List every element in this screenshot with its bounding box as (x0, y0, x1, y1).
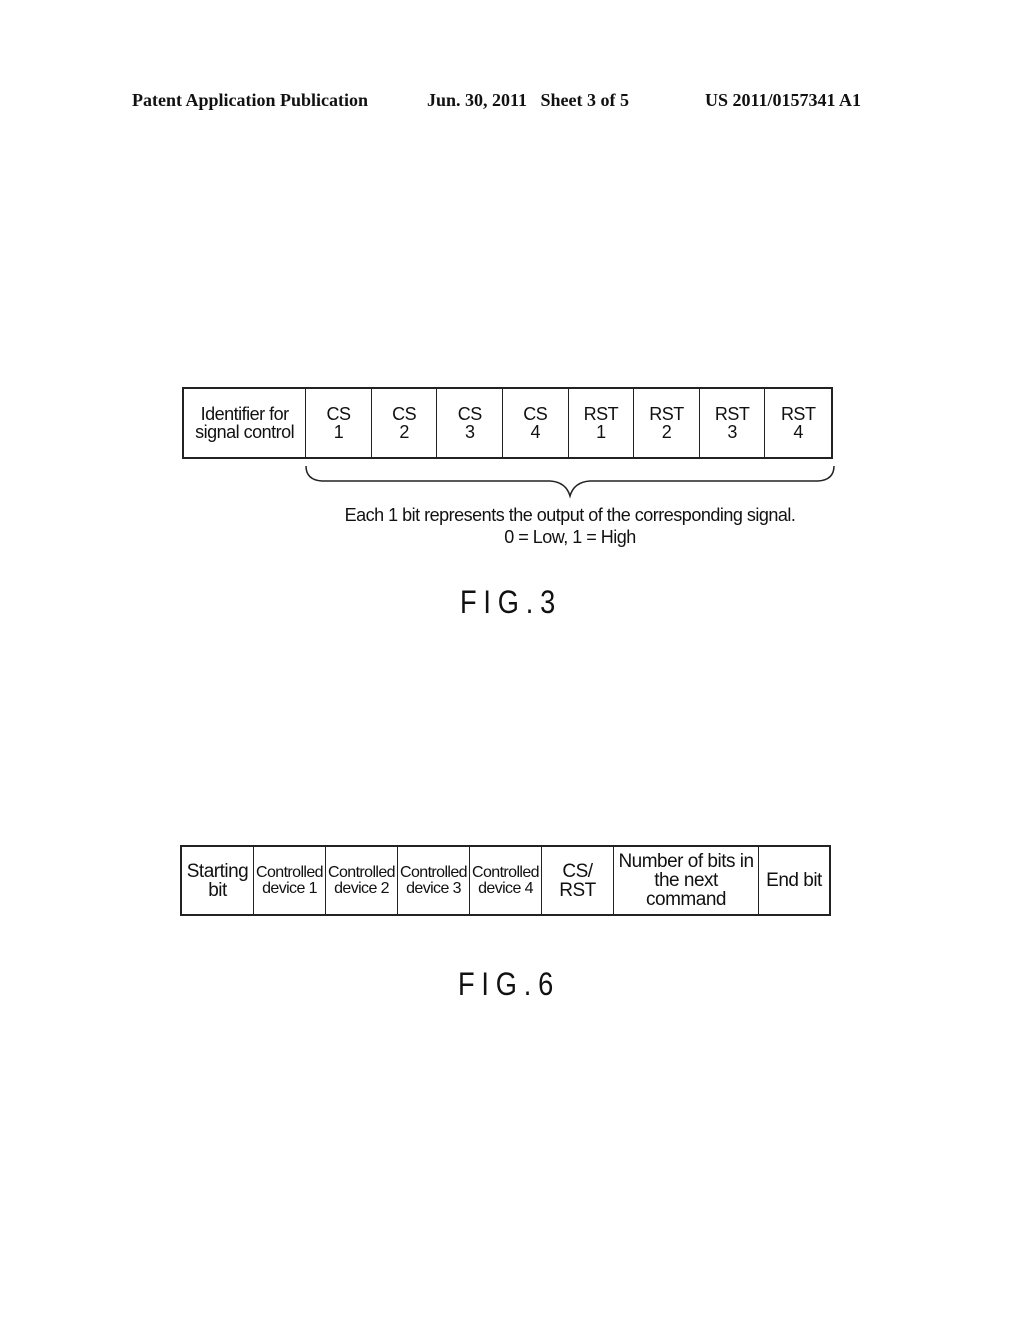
field-line2: 2 (399, 422, 409, 442)
field-rst4: RST 4 (765, 389, 831, 457)
field-line2: RST (559, 879, 596, 901)
field-line1: RST (780, 404, 816, 424)
field-starting-bit: Starting bit (182, 847, 254, 914)
field-controlled-device-4: Controlled device 4 (470, 847, 542, 914)
annotation-line2: 0 = Low, 1 = High (504, 527, 636, 547)
field-line1: End bit (766, 870, 822, 891)
fig3-annotation: Each 1 bit represents the output of the … (300, 504, 840, 548)
field-line1: RST (714, 404, 750, 424)
field-line1: Number of bits in (618, 851, 754, 872)
date-sheet: Jun. 30, 2011 Sheet 3 of 5 (427, 90, 630, 110)
field-line1: Controlled (400, 863, 468, 881)
field-controlled-device-2: Controlled device 2 (326, 847, 398, 914)
field-rst2: RST 2 (634, 389, 700, 457)
field-cs4: CS 4 (503, 389, 569, 457)
field-line2: the next command (646, 870, 726, 910)
field-line1: Controlled (472, 863, 540, 881)
figure-label-3: FIG.3 (460, 584, 563, 620)
field-line1: Identifier for (200, 404, 290, 424)
field-identifier: Identifier for signal control (184, 389, 307, 457)
field-line1: Starting (186, 860, 249, 882)
field-line1: CS/ (562, 860, 593, 882)
field-line1: RST (649, 404, 684, 424)
publication-title: Patent Application Publication (132, 90, 369, 110)
page-header: Patent Application Publication Jun. 30, … (0, 90, 1024, 114)
field-line1: Controlled (328, 863, 396, 881)
field-line1: CS (326, 404, 352, 424)
patent-number: US 2011/0157341 A1 (705, 90, 862, 110)
figure-label-6: FIG.6 (458, 966, 561, 1002)
field-line2: 3 (727, 422, 737, 442)
field-rst1: RST 1 (569, 389, 635, 457)
field-line1: CS (523, 404, 548, 424)
field-line2: 4 (530, 422, 541, 442)
annotation-line1: Each 1 bit represents the output of the … (344, 505, 796, 525)
field-cs1: CS 1 (306, 389, 372, 457)
field-line2: 2 (661, 422, 672, 442)
field-line2: 3 (464, 422, 475, 442)
field-line2: device 3 (406, 879, 461, 897)
fig6-command-format: Starting bit Controlled device 1 Control… (180, 845, 831, 916)
field-cs-rst: CS/ RST (542, 847, 614, 914)
field-line1: Controlled (256, 863, 324, 881)
field-line2: device 4 (478, 879, 533, 897)
field-line2: 1 (596, 422, 606, 442)
field-end-bit: End bit (759, 847, 829, 914)
curly-brace-icon (305, 465, 835, 499)
field-line2: 1 (333, 422, 344, 442)
field-line1: RST (583, 404, 619, 424)
field-line1: CS (457, 404, 483, 424)
field-cs3: CS 3 (437, 389, 504, 457)
field-next-command-bits: Number of bits in the next command (614, 847, 759, 914)
field-controlled-device-1: Controlled device 1 (254, 847, 326, 914)
field-line2: 4 (793, 422, 803, 442)
field-line2: device 2 (334, 879, 389, 897)
field-controlled-device-3: Controlled device 3 (398, 847, 470, 914)
field-rst3: RST 3 (700, 389, 766, 457)
field-line1: CS (392, 404, 417, 424)
field-line2: signal control (195, 422, 295, 442)
field-cs2: CS 2 (372, 389, 438, 457)
field-line2: device 1 (262, 879, 317, 897)
fig3-signal-command-format: Identifier for signal control CS 1 CS 2 … (182, 387, 833, 459)
field-line2: bit (208, 879, 227, 901)
